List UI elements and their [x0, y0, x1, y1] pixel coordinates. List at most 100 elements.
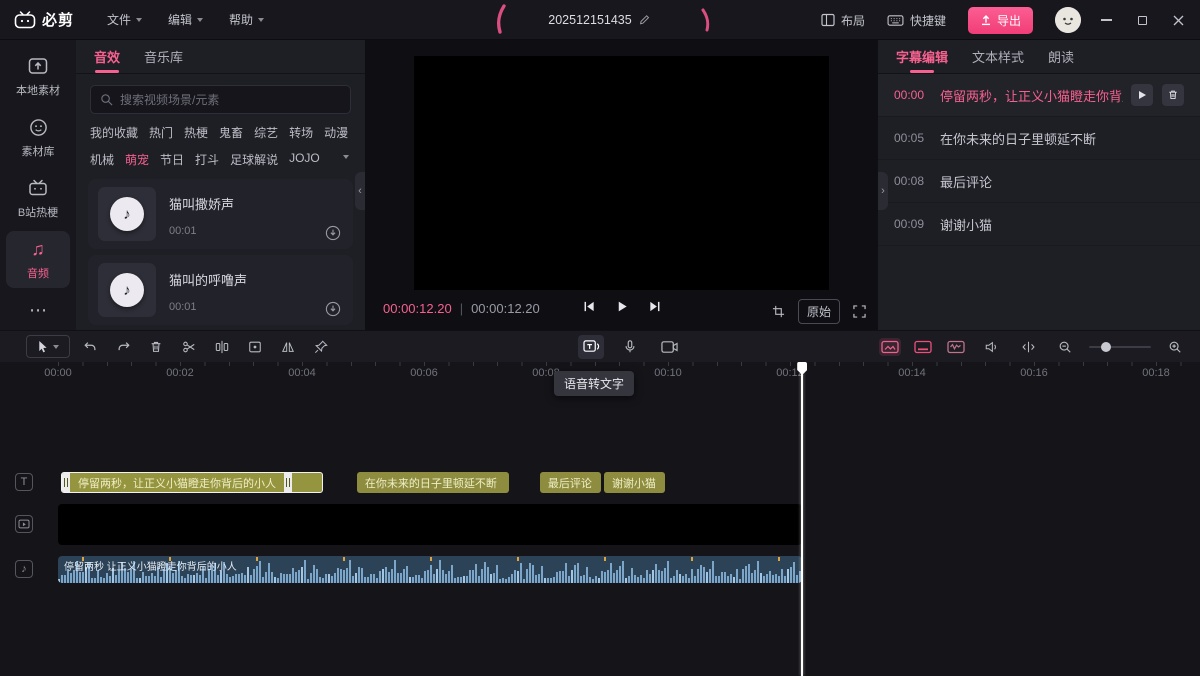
- play-button[interactable]: [615, 300, 628, 313]
- screen-record-button[interactable]: [656, 335, 682, 359]
- category-chip[interactable]: 萌宠: [125, 151, 149, 168]
- category-chip[interactable]: 热门: [149, 124, 173, 141]
- tab-text-style[interactable]: 文本样式: [972, 40, 1024, 73]
- subtitle-text[interactable]: 谢谢小猫: [940, 215, 1184, 234]
- timeline[interactable]: 00:0000:0200:0400:0600:0800:1000:1200:14…: [0, 362, 1200, 676]
- bijian-logo[interactable]: 必剪: [14, 9, 74, 30]
- category-chip[interactable]: 我的收藏: [90, 124, 138, 141]
- video-track-icon[interactable]: [15, 515, 33, 533]
- category-chip[interactable]: JOJO: [289, 151, 320, 168]
- category-chip[interactable]: 节日: [160, 151, 184, 168]
- tab-sound-effects[interactable]: 音效: [94, 40, 120, 73]
- subtitle-row[interactable]: 00:09谢谢小猫: [878, 203, 1200, 246]
- edit-menu[interactable]: 编辑: [159, 7, 212, 32]
- close-icon[interactable]: [1173, 15, 1184, 26]
- sidebar-item-audio[interactable]: ♫ 音频: [6, 231, 70, 288]
- speech-to-text-button[interactable]: [578, 335, 604, 359]
- fit-timeline-icon[interactable]: [1015, 335, 1041, 359]
- download-icon[interactable]: [325, 225, 341, 241]
- show-subtitle-toggle[interactable]: [912, 338, 934, 356]
- show-cover-toggle[interactable]: [879, 338, 901, 356]
- categories-expand-icon[interactable]: [343, 155, 349, 159]
- avatar[interactable]: [1055, 7, 1081, 33]
- export-button[interactable]: 导出: [968, 7, 1033, 34]
- mirror-button[interactable]: [275, 335, 301, 359]
- sound-effect-card[interactable]: ♪猫叫撒娇声00:01: [88, 179, 353, 249]
- fullscreen-icon[interactable]: [853, 305, 866, 318]
- delete-button[interactable]: [143, 335, 169, 359]
- audio-track-icon[interactable]: ♪: [15, 560, 33, 578]
- rename-project-icon[interactable]: [639, 13, 652, 26]
- text-clip[interactable]: 停留两秒，让正义小猫瞪走你背后的小人: [61, 472, 323, 493]
- category-chip[interactable]: 鬼畜: [219, 124, 243, 141]
- timeline-zoom-slider[interactable]: [1089, 346, 1151, 348]
- redo-button[interactable]: [110, 335, 136, 359]
- playhead[interactable]: [801, 362, 803, 676]
- subtitle-row[interactable]: 00:00停留两秒，让正义小猫瞪走你背后的小: [878, 74, 1200, 117]
- split-button[interactable]: [209, 335, 235, 359]
- subtitle-play-button[interactable]: [1131, 84, 1153, 106]
- category-chip[interactable]: 足球解说: [230, 151, 278, 168]
- beat-marker: [256, 557, 258, 561]
- tab-music-library[interactable]: 音乐库: [144, 40, 183, 73]
- zoom-in-icon[interactable]: [1162, 335, 1188, 359]
- sidebar-item-asset-library[interactable]: 素材库: [6, 109, 70, 166]
- search-box[interactable]: [90, 85, 351, 114]
- sidebar-item-bilibili-memes[interactable]: B站热梗: [6, 170, 70, 227]
- help-menu[interactable]: 帮助: [220, 7, 273, 32]
- preview-controls: 00:00:12.20 | 00:00:12.20 原始: [365, 295, 878, 325]
- previous-frame-button[interactable]: [582, 300, 595, 313]
- freeze-frame-button[interactable]: [242, 335, 268, 359]
- sidebar-item-local-media[interactable]: 本地素材: [6, 48, 70, 105]
- file-menu[interactable]: 文件: [98, 7, 151, 32]
- tab-read-aloud[interactable]: 朗读: [1048, 40, 1074, 73]
- video-clip[interactable]: [58, 504, 802, 545]
- mute-track-icon[interactable]: [978, 335, 1004, 359]
- pin-button[interactable]: [308, 335, 334, 359]
- next-frame-button[interactable]: [648, 300, 661, 313]
- collapse-media-panel-button[interactable]: ‹: [355, 172, 365, 210]
- cut-button[interactable]: [176, 335, 202, 359]
- minimize-icon[interactable]: [1101, 19, 1112, 21]
- shortcuts-button[interactable]: 快捷键: [887, 12, 946, 29]
- search-input[interactable]: [120, 93, 341, 107]
- text-clip[interactable]: 最后评论: [540, 472, 601, 493]
- subtitle-text[interactable]: 停留两秒，让正义小猫瞪走你背后的小: [940, 86, 1123, 105]
- show-waveform-toggle[interactable]: [945, 338, 967, 356]
- record-voiceover-button[interactable]: [617, 335, 643, 359]
- sound-effect-card[interactable]: ♪猫叫的呼噜声00:01: [88, 255, 353, 325]
- video-preview[interactable]: [414, 56, 829, 290]
- audio-clip[interactable]: 停留两秒 让正义小猫瞪走你背后的小人: [58, 556, 802, 583]
- clip-trim-handle[interactable]: [284, 473, 292, 492]
- tab-subtitle-edit[interactable]: 字幕编辑: [896, 40, 948, 73]
- download-icon[interactable]: [325, 301, 341, 317]
- scale-mode-button[interactable]: 原始: [798, 299, 840, 324]
- subtitle-row[interactable]: 00:05在你未来的日子里顿延不断: [878, 117, 1200, 160]
- maximize-icon[interactable]: [1138, 16, 1147, 25]
- category-chip[interactable]: 动漫: [324, 124, 348, 141]
- category-chip[interactable]: 打斗: [195, 151, 219, 168]
- zoom-slider-thumb[interactable]: [1101, 342, 1111, 352]
- clip-trim-handle[interactable]: [62, 473, 70, 492]
- subtitle-delete-button[interactable]: [1162, 84, 1184, 106]
- category-chip[interactable]: 综艺: [254, 124, 278, 141]
- undo-button[interactable]: [77, 335, 103, 359]
- text-clip[interactable]: 谢谢小猫: [604, 472, 665, 493]
- select-tool-button[interactable]: [26, 335, 70, 358]
- subtitle-text[interactable]: 在你未来的日子里顿延不断: [940, 129, 1184, 148]
- category-chip[interactable]: 热梗: [184, 124, 208, 141]
- zoom-out-icon[interactable]: [1052, 335, 1078, 359]
- category-chip[interactable]: 机械: [90, 151, 114, 168]
- subtitle-row[interactable]: 00:08最后评论: [878, 160, 1200, 203]
- layout-button[interactable]: 布局: [821, 12, 865, 29]
- sidebar: 本地素材 素材库 B站热梗 ♫ 音频 ⋯: [0, 40, 76, 330]
- project-title[interactable]: 202512151435: [548, 13, 631, 27]
- sidebar-item-more[interactable]: ⋯: [6, 292, 70, 327]
- text-clip[interactable]: 在你未来的日子里顿延不断: [357, 472, 510, 493]
- collapse-subtitle-panel-button[interactable]: ›: [878, 172, 888, 210]
- category-chip[interactable]: 转场: [289, 124, 313, 141]
- subtitle-text[interactable]: 最后评论: [940, 172, 1184, 191]
- crop-icon[interactable]: [772, 305, 785, 318]
- text-track-icon[interactable]: T: [15, 473, 33, 491]
- ruler-label: 00:06: [410, 367, 438, 379]
